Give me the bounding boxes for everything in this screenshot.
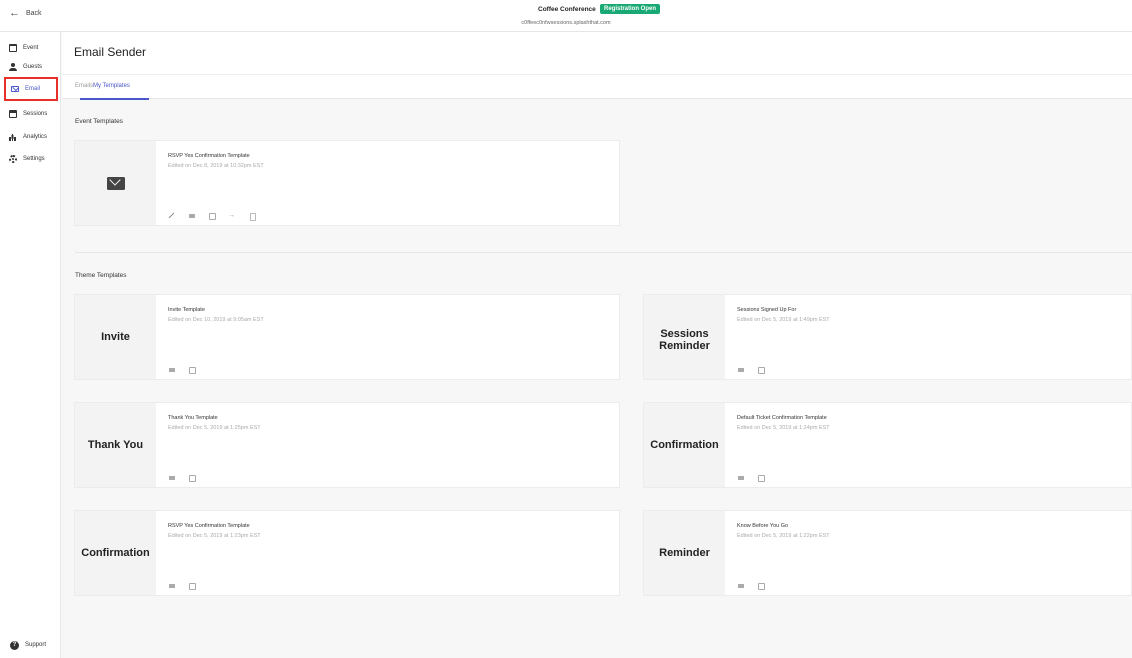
template-card[interactable]: Invite Invite Template Edited on Dec 10,… <box>74 294 620 380</box>
arrow-left-icon: ← <box>9 7 20 19</box>
tab-emails[interactable]: Emails <box>75 83 93 89</box>
template-name: Sessions Signed Up For <box>737 307 797 313</box>
sidebar-item-settings[interactable]: Settings <box>4 150 58 168</box>
arrow-right-icon[interactable]: → <box>228 212 235 219</box>
sidebar: Event Guests Email Sessions Analytics Se… <box>0 32 61 658</box>
card-body: Invite Template Edited on Dec 10, 2019 a… <box>168 307 264 323</box>
sidebar-item-label: Settings <box>23 156 45 162</box>
template-edited-date: Edited on Dec 10, 2019 at 9:05am EST <box>168 317 264 323</box>
active-tab-indicator <box>80 98 149 100</box>
sidebar-item-label: Sessions <box>23 111 48 117</box>
tab-my-templates[interactable]: My Templates <box>93 83 130 89</box>
card-actions <box>737 474 765 482</box>
mail-icon[interactable] <box>168 582 175 589</box>
sidebar-item-analytics[interactable]: Analytics <box>4 128 58 146</box>
sidebar-item-label: Email <box>25 86 41 92</box>
template-card[interactable]: RSVP Yes Confirmation Template Edited on… <box>74 140 620 226</box>
card-body: RSVP Yes Confirmation Template Edited on… <box>168 153 264 169</box>
card-body: Know Before You Go Edited on Dec 5, 2019… <box>737 523 830 539</box>
mail-icon[interactable] <box>737 366 744 373</box>
template-edited-date: Edited on Dec 5, 2019 at 1:24pm EST <box>737 425 830 431</box>
main-content: Email Sender Emails My Templates Event T… <box>62 32 1132 658</box>
support-label: Support <box>25 642 47 648</box>
section-divider <box>75 252 1132 253</box>
copy-icon[interactable] <box>188 366 196 374</box>
copy-icon[interactable] <box>188 474 196 482</box>
template-edited-date: Edited on Dec 5, 2019 at 1:23pm EST <box>168 533 261 539</box>
card-body: RSVP Yes Confirmation Template Edited on… <box>168 523 261 539</box>
back-button[interactable]: ← Back <box>9 7 42 19</box>
card-thumbnail: Invite <box>75 295 156 379</box>
template-name: Default Ticket Confirmation Template <box>737 415 827 421</box>
card-actions <box>168 366 196 374</box>
mail-icon[interactable] <box>188 212 195 219</box>
copy-icon[interactable] <box>757 366 765 374</box>
template-name: RSVP Yes Confirmation Template <box>168 153 250 159</box>
person-icon <box>9 63 17 71</box>
copy-icon[interactable] <box>208 212 216 220</box>
top-bar: ← Back Coffee Conference Registration Op… <box>0 0 1132 32</box>
card-thumbnail: Thank You <box>75 403 156 487</box>
mail-icon[interactable] <box>737 474 744 481</box>
card-body: Thank You Template Edited on Dec 5, 2019… <box>168 415 261 431</box>
mail-icon[interactable] <box>168 474 175 481</box>
copy-icon[interactable] <box>188 582 196 590</box>
edit-icon[interactable] <box>168 212 175 219</box>
card-body: Default Ticket Confirmation Template Edi… <box>737 415 830 431</box>
back-label: Back <box>26 10 42 17</box>
card-thumbnail: Reminder <box>644 511 725 595</box>
copy-icon[interactable] <box>757 582 765 590</box>
sidebar-item-email[interactable]: Email <box>4 77 58 101</box>
card-actions <box>168 582 196 590</box>
event-title: Coffee Conference <box>538 6 596 13</box>
gear-icon <box>9 155 17 163</box>
template-name: RSVP Yes Confirmation Template <box>168 523 250 529</box>
template-edited-date: Edited on Dec 5, 2019 at 1:25pm EST <box>168 425 261 431</box>
template-card[interactable]: Confirmation RSVP Yes Confirmation Templ… <box>74 510 620 596</box>
template-card[interactable]: Sessions Reminder Sessions Signed Up For… <box>643 294 1132 380</box>
sidebar-item-event[interactable]: Event <box>4 39 58 57</box>
section-title-theme-templates: Theme Templates <box>75 272 127 279</box>
card-thumbnail: Sessions Reminder <box>644 295 725 379</box>
template-name: Invite Template <box>168 307 205 313</box>
template-card[interactable]: Confirmation Default Ticket Confirmation… <box>643 402 1132 488</box>
support-button[interactable]: ? Support <box>4 638 58 652</box>
template-name: Thank You Template <box>168 415 218 421</box>
page-header: Email Sender <box>62 32 1132 74</box>
card-actions: → <box>168 212 256 221</box>
card-body: Sessions Signed Up For Edited on Dec 5, … <box>737 307 830 323</box>
card-actions <box>737 366 765 374</box>
status-badge[interactable]: Registration Open <box>600 4 661 14</box>
bar-chart-icon <box>9 133 17 141</box>
mail-icon[interactable] <box>168 366 175 373</box>
card-thumbnail: Confirmation <box>644 403 725 487</box>
template-card[interactable]: Thank You Thank You Template Edited on D… <box>74 402 620 488</box>
card-actions <box>168 474 196 482</box>
sidebar-item-sessions[interactable]: Sessions <box>4 105 58 123</box>
section-title-event-templates: Event Templates <box>75 118 123 125</box>
event-url[interactable]: c0ffeec0nfwsessions.splashthat.com <box>0 20 1132 26</box>
sidebar-item-label: Event <box>23 45 39 51</box>
card-actions <box>737 582 765 590</box>
tab-bar: Emails My Templates <box>62 74 1132 100</box>
template-edited-date: Edited on Dec 5, 2019 at 1:49pm EST <box>737 317 830 323</box>
help-icon: ? <box>10 640 19 650</box>
sidebar-item-guests[interactable]: Guests <box>4 58 58 76</box>
template-edited-date: Edited on Dec 8, 2019 at 10:32pm EST <box>168 163 264 169</box>
template-name: Know Before You Go <box>737 523 789 529</box>
card-thumbnail: Confirmation <box>75 511 156 595</box>
calendar-grid-icon <box>9 110 17 118</box>
sidebar-item-label: Guests <box>23 64 43 70</box>
mail-icon[interactable] <box>737 582 744 589</box>
page-title: Email Sender <box>74 45 147 59</box>
template-edited-date: Edited on Dec 5, 2019 at 1:22pm EST <box>737 533 830 539</box>
sidebar-item-label: Analytics <box>23 134 48 140</box>
mail-icon <box>11 86 19 92</box>
template-card[interactable]: Reminder Know Before You Go Edited on De… <box>643 510 1132 596</box>
trash-icon[interactable] <box>248 212 256 221</box>
envelope-icon <box>106 176 125 190</box>
copy-icon[interactable] <box>757 474 765 482</box>
card-thumbnail <box>75 141 156 225</box>
calendar-icon <box>9 44 17 52</box>
